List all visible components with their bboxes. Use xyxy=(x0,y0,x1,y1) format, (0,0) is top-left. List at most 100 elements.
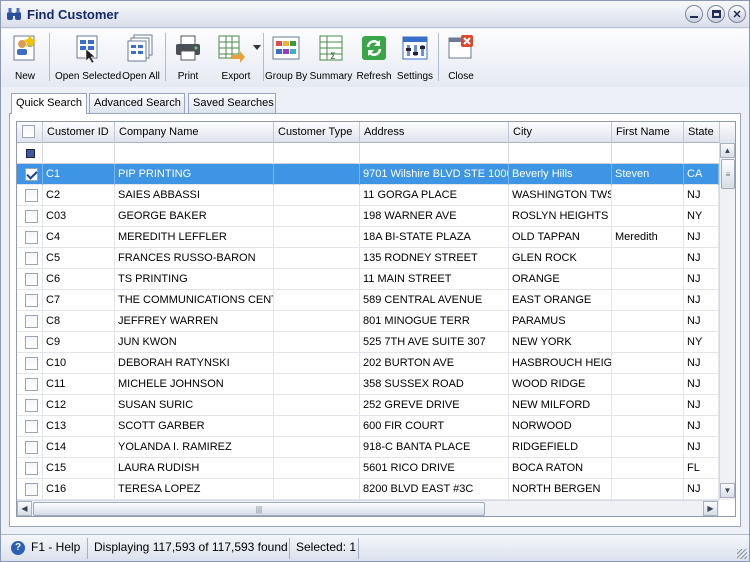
column-header-customer-type[interactable]: Customer Type xyxy=(274,122,360,143)
first-name-cell[interactable] xyxy=(612,479,684,500)
address-cell[interactable]: 600 FIR COURT xyxy=(360,416,509,437)
horizontal-scroll-thumb[interactable]: ||| xyxy=(33,502,485,516)
company-name-cell[interactable]: PIP PRINTING xyxy=(115,164,274,185)
first-name-cell[interactable] xyxy=(612,269,684,290)
company-name-cell[interactable]: TERESA LOPEZ xyxy=(115,479,274,500)
row-checkbox[interactable] xyxy=(25,483,38,496)
row-checkbox[interactable] xyxy=(25,168,38,181)
customer-type-cell[interactable] xyxy=(274,227,360,248)
help-icon[interactable]: ? xyxy=(11,541,25,555)
city-cell[interactable]: BOCA RATON xyxy=(509,458,612,479)
city-cell[interactable]: RIDGEFIELD xyxy=(509,437,612,458)
customer-id-cell[interactable]: C10 xyxy=(43,353,115,374)
first-name-cell[interactable]: Steven xyxy=(612,164,684,185)
company-name-cell[interactable]: LAURA RUDISH xyxy=(115,458,274,479)
column-header-address[interactable]: Address xyxy=(360,122,509,143)
address-cell[interactable]: 252 GREVE DRIVE xyxy=(360,395,509,416)
table-row[interactable]: C16 TERESA LOPEZ 8200 BLVD EAST #3C NORTH B… xyxy=(17,479,719,500)
table-row[interactable]: C5 FRANCES RUSSO-BARON 135 RODNEY STREET GL… xyxy=(17,248,719,269)
group-by-button[interactable]: Group By xyxy=(265,31,307,85)
table-row[interactable]: C14 YOLANDA I. RAMIREZ 918-C BANTA PLACE RI… xyxy=(17,437,719,458)
customer-type-cell[interactable] xyxy=(274,248,360,269)
customer-id-cell[interactable]: C7 xyxy=(43,290,115,311)
table-row[interactable]: C9 JUN KWON 525 7TH AVE SUITE 307 NEW YORK N… xyxy=(17,332,719,353)
table-row[interactable]: C15 LAURA RUDISH 5601 RICO DRIVE BOCA RATON… xyxy=(17,458,719,479)
first-name-cell[interactable] xyxy=(612,290,684,311)
row-select-cell[interactable] xyxy=(17,395,43,416)
row-select-cell[interactable] xyxy=(17,227,43,248)
column-header-city[interactable]: City xyxy=(509,122,612,143)
row-checkbox[interactable] xyxy=(25,420,38,433)
state-cell[interactable]: NJ xyxy=(684,437,719,458)
state-cell[interactable]: NJ xyxy=(684,290,719,311)
filter-cell[interactable] xyxy=(360,143,509,164)
table-row[interactable]: C12 SUSAN SURIC 252 GREVE DRIVE NEW MILFORD… xyxy=(17,395,719,416)
state-cell[interactable]: CA xyxy=(684,164,719,185)
state-cell[interactable]: NY xyxy=(684,332,719,353)
resize-grip-icon[interactable] xyxy=(737,549,747,559)
row-select-cell[interactable] xyxy=(17,437,43,458)
row-checkbox[interactable] xyxy=(25,273,38,286)
vertical-scrollbar[interactable]: ▲ ≡ ▼ xyxy=(719,143,735,500)
scroll-right-button[interactable]: ▶ xyxy=(703,501,718,516)
customer-id-cell[interactable]: C16 xyxy=(43,479,115,500)
filter-cell[interactable] xyxy=(115,143,274,164)
company-name-cell[interactable]: DEBORAH RATYNSKI xyxy=(115,353,274,374)
address-cell[interactable]: 5601 RICO DRIVE xyxy=(360,458,509,479)
customer-type-cell[interactable] xyxy=(274,458,360,479)
summary-button[interactable]: Σ Summary xyxy=(309,31,353,85)
row-checkbox[interactable] xyxy=(25,189,38,202)
open-selected-button[interactable]: Open Selected xyxy=(55,31,121,85)
state-cell[interactable]: NJ xyxy=(684,248,719,269)
address-cell[interactable]: 801 MINOGUE TERR xyxy=(360,311,509,332)
row-select-cell[interactable] xyxy=(17,479,43,500)
row-checkbox[interactable] xyxy=(25,441,38,454)
filter-cell[interactable] xyxy=(509,143,612,164)
customer-id-cell[interactable]: C12 xyxy=(43,395,115,416)
customer-id-cell[interactable]: C11 xyxy=(43,374,115,395)
customer-type-cell[interactable] xyxy=(274,269,360,290)
company-name-cell[interactable]: TS PRINTING xyxy=(115,269,274,290)
row-select-cell[interactable] xyxy=(17,311,43,332)
row-select-cell[interactable] xyxy=(17,185,43,206)
customer-id-cell[interactable]: C14 xyxy=(43,437,115,458)
row-select-cell[interactable] xyxy=(17,332,43,353)
address-cell[interactable]: 11 MAIN STREET xyxy=(360,269,509,290)
table-row[interactable]: C03 GEORGE BAKER 198 WARNER AVE ROSLYN HEIG… xyxy=(17,206,719,227)
vertical-scroll-thumb[interactable]: ≡ xyxy=(721,159,735,189)
address-cell[interactable]: 918-C BANTA PLACE xyxy=(360,437,509,458)
row-select-cell[interactable] xyxy=(17,248,43,269)
scroll-up-button[interactable]: ▲ xyxy=(720,143,735,158)
customer-id-cell[interactable]: C15 xyxy=(43,458,115,479)
customer-type-cell[interactable] xyxy=(274,437,360,458)
city-cell[interactable]: Beverly Hills xyxy=(509,164,612,185)
city-cell[interactable]: OLD TAPPAN xyxy=(509,227,612,248)
filter-cell[interactable] xyxy=(17,143,43,164)
city-cell[interactable]: NEW YORK xyxy=(509,332,612,353)
company-name-cell[interactable]: SUSAN SURIC xyxy=(115,395,274,416)
address-cell[interactable]: 8200 BLVD EAST #3C xyxy=(360,479,509,500)
address-cell[interactable]: 198 WARNER AVE xyxy=(360,206,509,227)
first-name-cell[interactable] xyxy=(612,332,684,353)
first-name-cell[interactable] xyxy=(612,395,684,416)
row-checkbox[interactable] xyxy=(25,315,38,328)
row-select-cell[interactable] xyxy=(17,164,43,185)
address-cell[interactable]: 9701 Wilshire BLVD STE 1000 xyxy=(360,164,509,185)
table-row[interactable]: C10 DEBORAH RATYNSKI 202 BURTON AVE HASBROU… xyxy=(17,353,719,374)
filter-cell[interactable] xyxy=(684,143,720,164)
company-name-cell[interactable]: YOLANDA I. RAMIREZ xyxy=(115,437,274,458)
row-checkbox[interactable] xyxy=(25,294,38,307)
first-name-cell[interactable] xyxy=(612,374,684,395)
customer-id-cell[interactable]: C5 xyxy=(43,248,115,269)
table-row[interactable]: C2 SAIES ABBASSI 11 GORGA PLACE WASHINGTON … xyxy=(17,185,719,206)
address-cell[interactable]: 202 BURTON AVE xyxy=(360,353,509,374)
row-select-cell[interactable] xyxy=(17,353,43,374)
settings-button[interactable]: Settings xyxy=(395,31,435,85)
customer-id-cell[interactable]: C2 xyxy=(43,185,115,206)
state-cell[interactable]: NJ xyxy=(684,374,719,395)
customer-type-cell[interactable] xyxy=(274,416,360,437)
filter-cell[interactable] xyxy=(274,143,360,164)
column-header-customer-id[interactable]: Customer ID xyxy=(43,122,115,143)
title-bar[interactable]: Find Customer ✕ xyxy=(1,1,749,28)
first-name-cell[interactable]: Meredith xyxy=(612,227,684,248)
